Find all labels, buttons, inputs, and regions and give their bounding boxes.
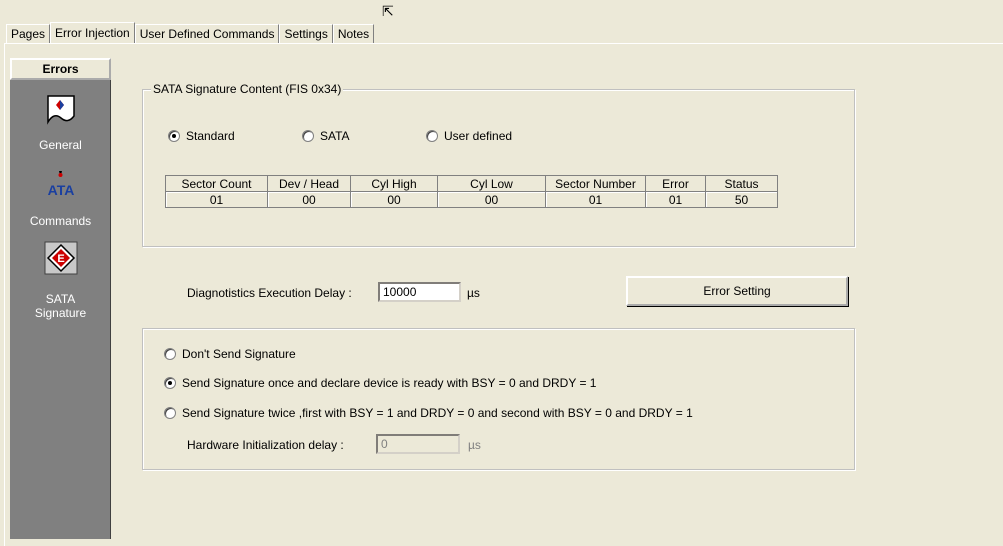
radio-sata-label: SATA bbox=[320, 129, 350, 143]
radio-user-defined[interactable]: User defined bbox=[426, 129, 512, 143]
value-sector-number[interactable]: 01 bbox=[545, 191, 646, 208]
header-cyl-high: Cyl High bbox=[350, 175, 438, 192]
radio-standard[interactable]: Standard bbox=[168, 129, 235, 143]
radio-send-twice[interactable]: Send Signature twice ,first with BSY = 1… bbox=[164, 406, 693, 420]
radio-send-once[interactable]: Send Signature once and declare device i… bbox=[164, 376, 596, 390]
sidebar-item-general[interactable]: General bbox=[10, 86, 111, 156]
sidebar-header-errors[interactable]: Errors bbox=[10, 58, 111, 80]
radio-send-twice-dot bbox=[164, 407, 176, 419]
window-top-area bbox=[0, 0, 1003, 24]
ata-icon-text: ATA bbox=[47, 182, 74, 198]
signature-table-value-row: 01 00 00 00 01 01 50 bbox=[165, 191, 778, 208]
value-error[interactable]: 01 bbox=[645, 191, 706, 208]
header-dev-head: Dev / Head bbox=[267, 175, 351, 192]
value-cyl-low[interactable]: 00 bbox=[437, 191, 546, 208]
radio-send-twice-label: Send Signature twice ,first with BSY = 1… bbox=[182, 406, 693, 420]
diagnostics-delay-label: Diagnotistics Execution Delay : bbox=[187, 286, 352, 300]
tab-user-defined-commands[interactable]: User Defined Commands bbox=[134, 24, 280, 43]
header-sector-count: Sector Count bbox=[165, 175, 268, 192]
sidebar-item-label: General bbox=[39, 138, 82, 152]
radio-send-once-dot bbox=[164, 377, 176, 389]
value-cyl-high[interactable]: 00 bbox=[350, 191, 438, 208]
sidebar-item-commands[interactable]: ATA Commands bbox=[10, 168, 111, 232]
radio-dont-send-signature[interactable]: Don't Send Signature bbox=[164, 347, 296, 361]
value-dev-head[interactable]: 00 bbox=[267, 191, 351, 208]
tab-settings[interactable]: Settings bbox=[279, 24, 333, 43]
radio-standard-dot bbox=[168, 130, 180, 142]
general-icon bbox=[44, 92, 78, 129]
header-error: Error bbox=[645, 175, 706, 192]
tab-error-injection[interactable]: Error Injection bbox=[50, 22, 135, 44]
sidebar-item-label-line1: SATA bbox=[45, 292, 76, 306]
hw-init-delay-label: Hardware Initialization delay : bbox=[187, 438, 344, 452]
tab-notes[interactable]: Notes bbox=[332, 24, 375, 43]
header-cyl-low: Cyl Low bbox=[437, 175, 546, 192]
value-sector-count[interactable]: 01 bbox=[165, 191, 268, 208]
sidebar-item-label-line2: Signature bbox=[34, 306, 87, 320]
header-sector-number: Sector Number bbox=[545, 175, 646, 192]
radio-dont-send-dot bbox=[164, 348, 176, 360]
sata-icon-text: E bbox=[57, 253, 64, 265]
diagnostics-delay-input[interactable]: 10000 bbox=[378, 282, 461, 302]
radio-standard-label: Standard bbox=[186, 129, 235, 143]
radio-sata-dot bbox=[302, 130, 314, 142]
radio-sata[interactable]: SATA bbox=[302, 129, 350, 143]
signature-table-header-row: Sector Count Dev / Head Cyl High Cyl Low… bbox=[165, 175, 778, 192]
value-status[interactable]: 50 bbox=[705, 191, 778, 208]
sidebar-item-label: Commands bbox=[29, 214, 92, 228]
mouse-cursor-icon: ⇱ bbox=[382, 3, 394, 19]
ata-icon: ATA bbox=[44, 168, 78, 205]
sidebar-item-sata-signature[interactable]: E SATA Signature bbox=[10, 240, 111, 324]
signature-content-group: SATA Signature Content (FIS 0x34) bbox=[142, 82, 855, 247]
tab-pages[interactable]: Pages bbox=[6, 24, 51, 43]
sata-signature-icon: E bbox=[44, 241, 78, 278]
signature-table: Sector Count Dev / Head Cyl High Cyl Low… bbox=[165, 175, 778, 208]
diagnostics-delay-unit: µs bbox=[467, 286, 480, 300]
hw-init-delay-unit: µs bbox=[468, 438, 481, 452]
tab-bar: Pages Error Injection User Defined Comma… bbox=[6, 22, 375, 44]
signature-content-legend: SATA Signature Content (FIS 0x34) bbox=[151, 82, 344, 96]
header-status: Status bbox=[705, 175, 778, 192]
hw-init-delay-input[interactable]: 0 bbox=[376, 434, 460, 454]
radio-user-defined-dot bbox=[426, 130, 438, 142]
error-setting-button[interactable]: Error Setting bbox=[626, 276, 848, 306]
radio-dont-send-label: Don't Send Signature bbox=[182, 347, 296, 361]
radio-user-defined-label: User defined bbox=[444, 129, 513, 143]
radio-send-once-label: Send Signature once and declare device i… bbox=[182, 376, 597, 390]
